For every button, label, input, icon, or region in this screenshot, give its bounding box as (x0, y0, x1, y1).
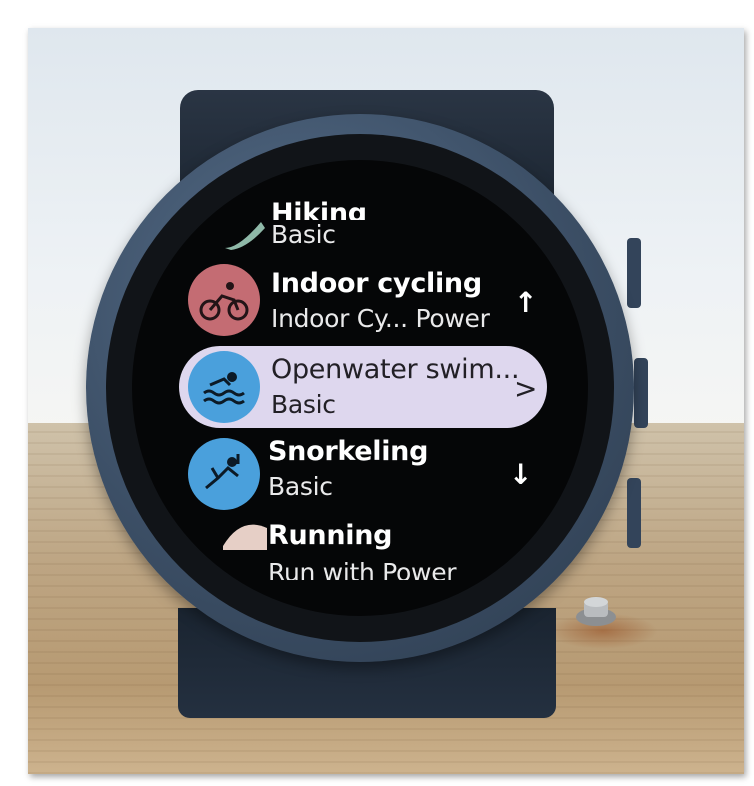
activity-title: Indoor cycling (271, 268, 482, 299)
snorkeling-icon-circle (188, 438, 260, 510)
activity-title: Snorkeling (268, 436, 429, 467)
scroll-up-icon[interactable]: ↑ (514, 286, 537, 319)
bolt-head (576, 597, 616, 626)
watch-button-middle[interactable] (634, 358, 648, 428)
cycling-icon-circle (188, 264, 260, 336)
activity-title: Openwater swim... (271, 354, 520, 385)
running-subtitle-clip: Run with Power (268, 558, 468, 580)
activity-subtitle: Indoor Cy... Power (271, 304, 490, 333)
swimming-icon-circle (188, 351, 260, 423)
watch-button-upper[interactable] (627, 238, 641, 308)
activity-title: Hiking (271, 198, 367, 220)
running-icon (223, 524, 267, 550)
hiking-icon (225, 222, 265, 250)
cycling-icon (199, 282, 249, 321)
hiking-title-clip: Hiking (219, 196, 589, 220)
activity-subtitle: Basic (271, 220, 336, 249)
photo-frame: Hiking Basic Indoor cycling Indoor Cy...… (28, 28, 744, 774)
activity-title: Running (268, 520, 393, 551)
scroll-down-icon[interactable]: ↓ (509, 458, 532, 491)
swimming-icon (203, 372, 245, 405)
chevron-right-icon[interactable]: > (514, 372, 537, 405)
activity-subtitle: Run with Power (268, 558, 457, 580)
snorkeling-icon (205, 454, 240, 490)
activity-subtitle: Basic (271, 390, 336, 419)
activity-subtitle: Basic (268, 472, 333, 501)
watch-button-lower[interactable] (627, 478, 641, 548)
